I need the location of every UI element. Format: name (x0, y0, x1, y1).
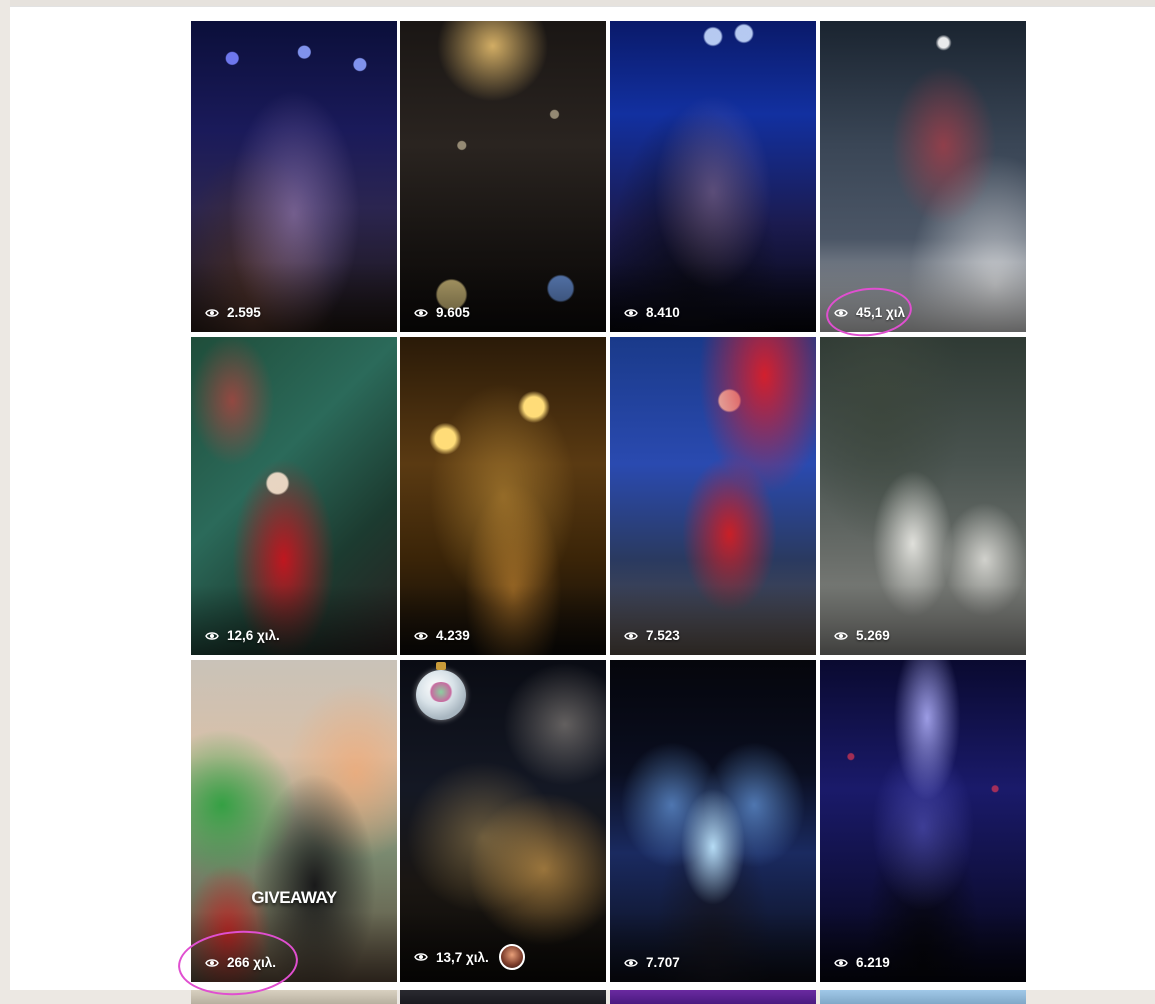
reel-tile-14-partial[interactable] (400, 990, 606, 1004)
reel-tile-7[interactable]: 7.523 (610, 337, 816, 655)
reel-tile-9[interactable]: GIVEAWAY 266 χιλ. (191, 660, 397, 982)
view-count: 12,6 χιλ. (205, 628, 280, 643)
view-count-label: 13,7 χιλ. (436, 949, 489, 965)
view-count: 7.523 (624, 628, 680, 643)
view-count-label: 4.239 (436, 628, 470, 643)
eye-icon (414, 631, 428, 640)
view-count-label: 9.605 (436, 305, 470, 320)
reel-tile-8[interactable]: 5.269 (820, 337, 1026, 655)
reel-tile-11[interactable]: 7.707 (610, 660, 816, 982)
view-count: 266 χιλ. (205, 955, 276, 970)
view-count-label: 266 χιλ. (227, 955, 277, 970)
eye-icon (414, 308, 428, 317)
eye-icon (624, 308, 638, 317)
eye-icon (624, 631, 638, 640)
eye-icon (205, 631, 219, 640)
view-count: 9.605 (414, 305, 470, 320)
view-count-label: 5.269 (856, 628, 890, 643)
eye-icon (834, 308, 848, 317)
reel-tile-2[interactable]: 9.605 (400, 21, 606, 332)
reel-tile-4[interactable]: 45,1 χιλ (820, 21, 1026, 332)
reel-tile-5[interactable]: 12,6 χιλ. (191, 337, 397, 655)
reel-tile-3[interactable]: 8.410 (610, 21, 816, 332)
view-count-label: 7.707 (646, 955, 680, 970)
view-count: 2.595 (205, 305, 261, 320)
eye-icon (834, 631, 848, 640)
view-count: 6.219 (834, 955, 890, 970)
view-count: 8.410 (624, 305, 680, 320)
eye-icon (205, 958, 219, 967)
eye-icon (414, 953, 428, 961)
view-count: 45,1 χιλ (834, 305, 905, 320)
view-count: 7.707 (624, 955, 680, 970)
reel-tile-6[interactable]: 4.239 (400, 337, 606, 655)
reel-tile-10[interactable]: 13,7 χιλ. (400, 660, 606, 982)
reel-tile-13-partial[interactable] (191, 990, 397, 1004)
view-count: 4.239 (414, 628, 470, 643)
view-count-label: 2.595 (227, 305, 261, 320)
reels-page: 2.595 9.605 8.410 45,1 χιλ 12,6 χιλ. 4.2… (10, 6, 1155, 1004)
eye-icon (205, 308, 219, 317)
view-count-label: 12,6 χιλ. (227, 628, 280, 643)
view-count-label: 45,1 χιλ (856, 305, 906, 320)
ornament-logo (416, 662, 466, 720)
view-count-label: 8.410 (646, 305, 680, 320)
collaborator-avatar (498, 944, 525, 970)
view-count-label: 6.219 (856, 955, 890, 970)
eye-icon (834, 958, 848, 967)
view-count-label: 7.523 (646, 628, 680, 643)
reel-tile-15-partial[interactable] (610, 990, 816, 1004)
giveaway-overlay-text: GIVEAWAY (251, 888, 337, 907)
view-count: 5.269 (834, 628, 890, 643)
reel-tile-12[interactable]: 6.219 (820, 660, 1026, 982)
reel-tile-1[interactable]: 2.595 (191, 21, 397, 332)
reel-tile-16-partial[interactable] (820, 990, 1026, 1004)
eye-icon (624, 958, 638, 967)
view-count: 13,7 χιλ. (414, 944, 525, 970)
